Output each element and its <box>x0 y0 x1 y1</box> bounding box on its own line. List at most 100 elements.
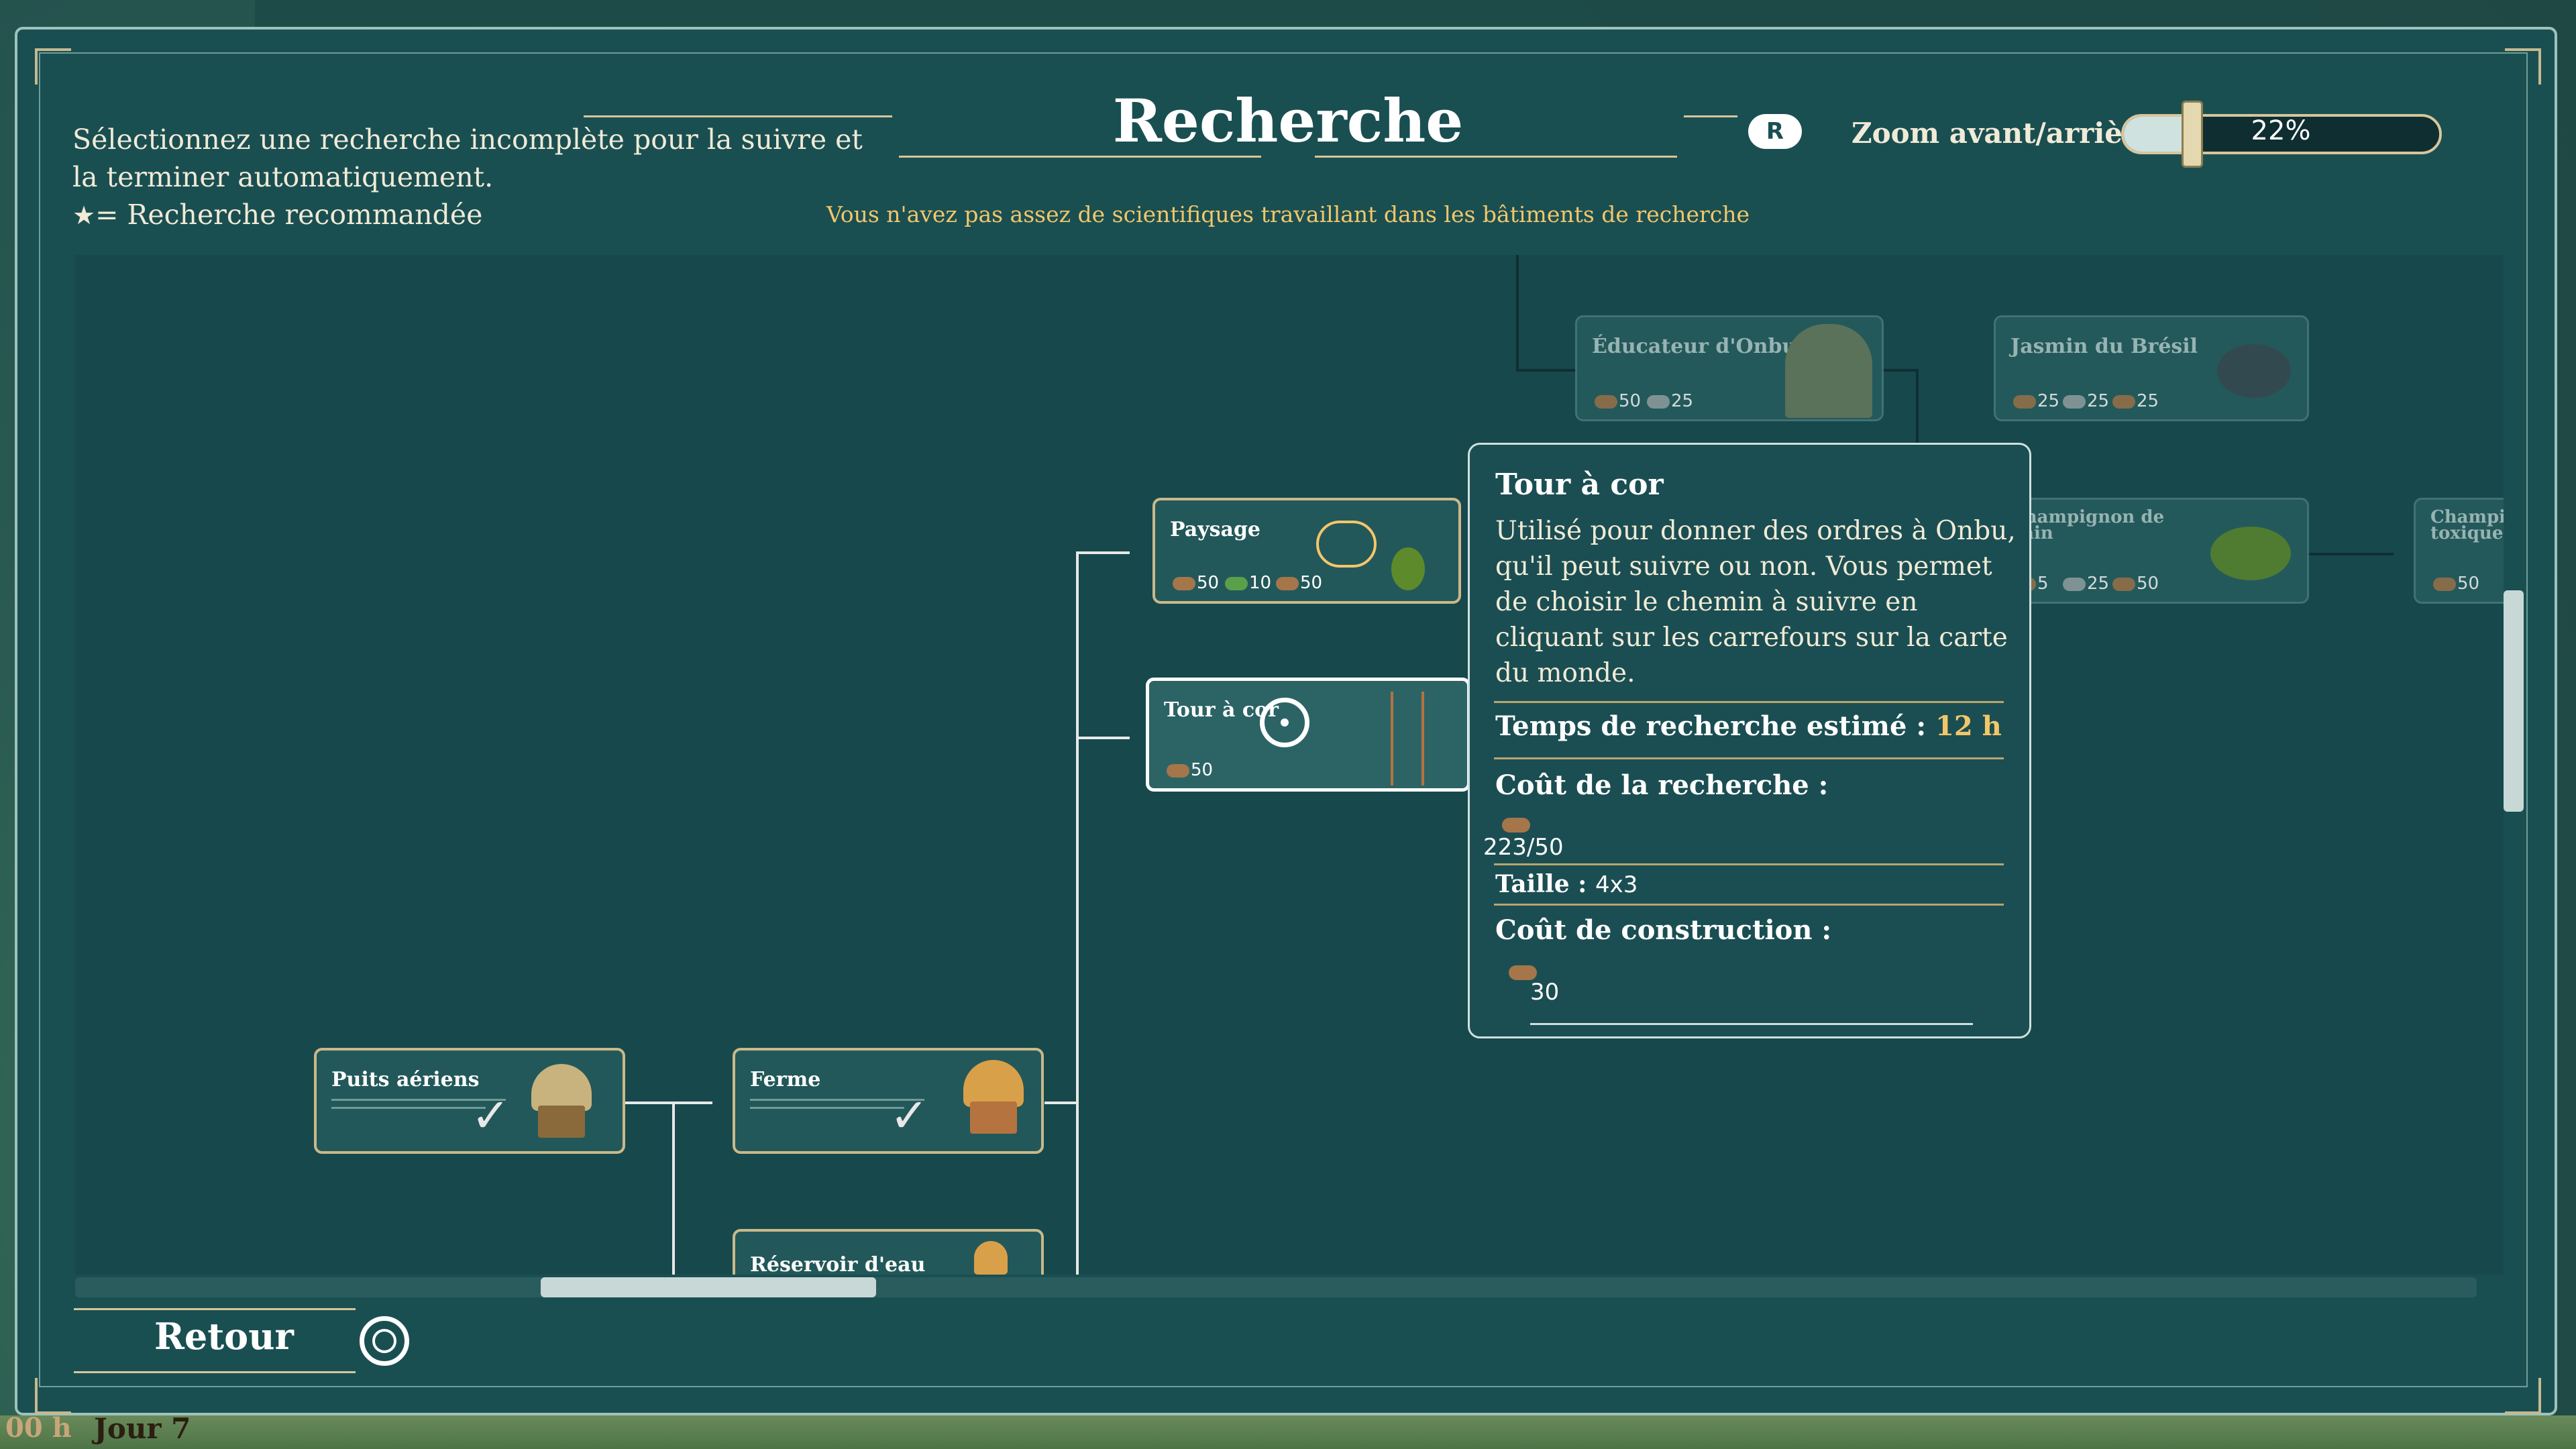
tree-connector <box>1076 551 1079 1275</box>
air-well-icon <box>531 1064 592 1138</box>
tooltip-research-cost-label: Coût de la recherche : <box>1495 769 1829 801</box>
star-icon: ★ <box>72 201 96 230</box>
cost-wood: 50 <box>1167 760 1213 780</box>
node-title: Éducateur d'Onbu <box>1592 335 1797 358</box>
warning-message: Vous n'avez pas assez de scientifiques t… <box>826 201 1750 227</box>
wood-icon <box>1167 763 1189 777</box>
cost-plant: 10 <box>1225 573 1271 593</box>
research-tree[interactable]: Puits aériens ✓ Ferme ✓ Réservoir d'eau … <box>75 255 2504 1275</box>
zoom-value: 22% <box>2251 115 2311 146</box>
back-ornament-line <box>74 1371 356 1373</box>
cost-wood: 50 <box>1595 391 1641 411</box>
cost-stone: 25 <box>1647 391 1693 411</box>
tooltip-build-cost-value: 30 <box>1530 979 1560 1006</box>
tooltip-separator <box>1494 757 2004 759</box>
tooltip-description: Utilisé pour donner des ordres à Onbu, q… <box>1495 516 2016 688</box>
bottom-status-bar <box>0 1415 2576 1449</box>
research-node-champignon[interactable]: Champignon de pain 5 25 50 <box>1994 498 2309 604</box>
cost-log: 50 <box>1276 573 1322 593</box>
tree-connector <box>1044 1102 1078 1104</box>
tree-connector <box>2306 553 2394 555</box>
zoom-slider-handle[interactable] <box>2182 101 2203 168</box>
node-title: Ferme <box>750 1068 821 1091</box>
research-node-jasmin[interactable]: Jasmin du Brésil 25 25 25 <box>1994 315 2309 421</box>
status-time: 00 h <box>5 1412 72 1444</box>
horizontal-scrollbar[interactable] <box>75 1277 2477 1297</box>
instructions: Sélectionnez une recherche incomplète po… <box>72 121 877 234</box>
corner-ornament <box>2505 1378 2541 1414</box>
tooltip-bottom-ornament <box>1530 1023 1973 1025</box>
stone-icon <box>2063 394 2086 409</box>
wood-icon <box>2013 394 2036 409</box>
title-ornament-line <box>1315 156 1677 158</box>
log-icon <box>2112 577 2135 591</box>
back-button[interactable]: Retour <box>154 1315 294 1358</box>
corner-ornament <box>35 48 71 85</box>
node-stripe <box>331 1107 486 1109</box>
back-button-prompt-icon[interactable] <box>360 1316 409 1366</box>
node-title: Jasmin du Brésil <box>2010 335 2198 358</box>
wood-icon <box>2433 577 2456 591</box>
research-node-educateur[interactable]: Éducateur d'Onbu 50 25 <box>1575 315 1884 421</box>
cost-log: 25 <box>2112 391 2159 411</box>
zoom-label: Zoom avant/arrière <box>1851 117 2155 150</box>
log-icon <box>1276 576 1299 590</box>
tree-connector <box>1516 369 1576 372</box>
plant-icon <box>1225 576 1248 590</box>
horizontal-scrollbar-thumb[interactable] <box>541 1277 876 1297</box>
tooltip-separator <box>1494 904 2004 906</box>
node-title: Champi toxique <box>2430 507 2504 543</box>
page-title: Recherche <box>1112 86 1464 156</box>
research-node-tour-a-cor[interactable]: Tour à cor 50 <box>1146 678 1470 792</box>
tree-connector <box>1516 255 1519 369</box>
educator-building-icon <box>1785 324 1872 418</box>
tree-connector <box>625 1102 712 1104</box>
reservoir-icon <box>974 1241 1008 1275</box>
corner-ornament <box>35 1378 71 1414</box>
cost-stone: 25 <box>2063 574 2109 594</box>
wood-icon <box>1595 394 1617 409</box>
mushroom-icon <box>2210 527 2291 580</box>
node-title: Paysage <box>1170 518 1261 541</box>
completed-check-icon: ✓ <box>471 1088 511 1143</box>
star-legend: ★= Recherche recommandée <box>72 199 483 231</box>
research-node-champi-toxique[interactable]: Champi toxique 50 <box>2414 498 2504 604</box>
title-ornament-line <box>1684 115 1737 117</box>
title-ornament-line <box>899 156 1261 158</box>
log-icon <box>2112 394 2135 409</box>
horn-tower-icon <box>1391 692 1424 786</box>
tooltip-research-time: Temps de recherche estimé : 12 h <box>1495 710 2002 742</box>
cost-wood: 50 <box>2433 574 2479 594</box>
cost-wood: 25 <box>2013 391 2059 411</box>
bag-icon <box>1316 521 1377 568</box>
zoom-key-hint: R <box>1748 114 1802 149</box>
tree-connector <box>1881 369 1917 372</box>
tree-connector <box>1076 737 1130 739</box>
research-node-puits-aeriens[interactable]: Puits aériens ✓ <box>314 1048 625 1154</box>
tooltip-separator <box>1494 863 2004 865</box>
node-stripe <box>750 1107 904 1109</box>
wood-icon <box>1502 818 1530 833</box>
research-node-paysage[interactable]: Paysage 50 10 50 <box>1152 498 1461 604</box>
vertical-scrollbar-thumb[interactable] <box>2504 590 2524 812</box>
research-tooltip: Tour à cor Utilisé pour donner des ordre… <box>1468 443 2031 1038</box>
stone-icon <box>2063 577 2086 591</box>
node-title: Puits aériens <box>331 1068 480 1091</box>
jasmine-plant-icon <box>2217 344 2291 398</box>
cost-stone: 25 <box>2063 391 2109 411</box>
wood-icon <box>1173 576 1195 590</box>
tooltip-separator <box>1494 701 2004 703</box>
wood-icon <box>1509 965 1537 980</box>
seed-icon <box>1391 547 1425 590</box>
completed-check-icon: ✓ <box>890 1088 929 1143</box>
cost-wood: 50 <box>1173 573 1219 593</box>
cost-log: 50 <box>2112 574 2159 594</box>
research-node-reservoir[interactable]: Réservoir d'eau <box>733 1229 1044 1275</box>
research-node-ferme[interactable]: Ferme ✓ <box>733 1048 1044 1154</box>
tooltip-research-cost-value: 223/50 <box>1483 834 1564 861</box>
tooltip-title: Tour à cor <box>1495 468 1664 502</box>
node-title: Champignon de pain <box>2010 507 2165 543</box>
status-day: Jour 7 <box>94 1412 191 1445</box>
stone-icon <box>1647 394 1670 409</box>
farm-hut-icon <box>963 1060 1024 1134</box>
